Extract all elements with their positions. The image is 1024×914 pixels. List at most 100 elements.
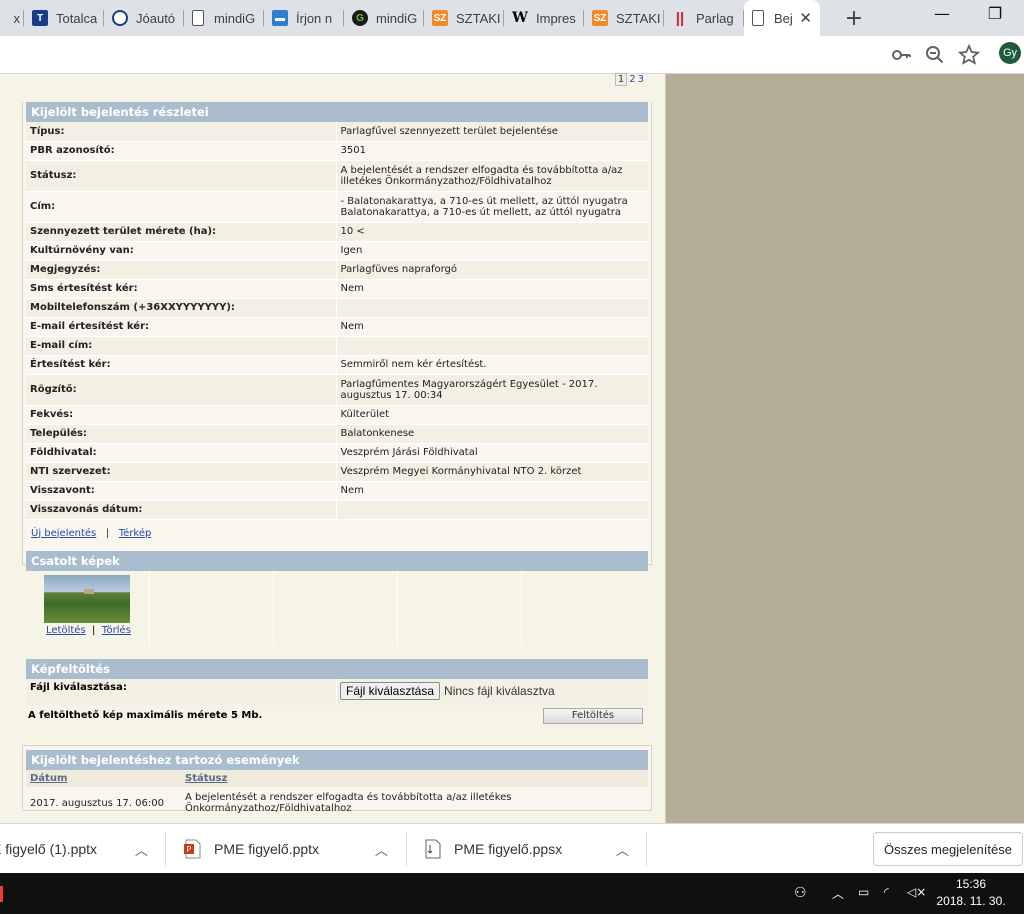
tab-mindig[interactable]: GmindiG [344,0,424,36]
download-image-link[interactable]: Letöltés [46,625,86,636]
download-filename: PME figyelő.pptx [214,841,320,857]
tab-wikipedia[interactable]: W Impres [504,0,584,36]
tab-active-bejelentes[interactable]: Bej ✕ [744,0,820,36]
event-status: A bejelentését a rendszer elfogadta és t… [185,792,512,814]
detail-key: NTI szervezet: [26,462,337,482]
sztaki-icon: SZ [592,10,608,26]
details-table: Típus: Parlagfűvel szennyezett terület be… [26,122,648,520]
page-link-2[interactable]: 2 [629,74,635,85]
divider [406,832,407,866]
col-date-header[interactable]: Dátum [26,770,181,787]
clock-time: 15:36 [955,877,987,891]
page-current: 1 [614,73,628,86]
tab-totalcar[interactable]: T Totalca [24,0,104,36]
new-tab-icon[interactable]: + [842,6,866,31]
battery-icon[interactable]: ▭ [858,885,869,899]
image-links: Letöltés | Törlés [46,624,131,636]
no-file-text: Nincs fájl kiválasztva [444,683,555,698]
detail-row: Értesítést kér: Semmiről nem kér értesíté… [26,355,648,375]
tab-sztaki-2[interactable]: SZ SZTAKI [584,0,664,36]
upload-button[interactable]: Feltöltés [543,707,643,724]
system-clock[interactable]: 15:36 2018. 11. 30. [932,876,1010,910]
avatar-initials: Gy [1002,47,1018,59]
divider [646,832,647,866]
detail-value: Veszprém Járási Földhivatal [336,443,648,463]
download-item[interactable]: PME figyelő.ppsx [424,824,562,874]
taskbar-app-edge[interactable] [0,886,3,902]
detail-value: Nem [336,317,648,337]
download-item[interactable]: E figyelő (1).pptx [0,824,97,874]
details-panel: Kijelölt bejelentés részletei Típus: Parl… [22,102,652,724]
tab-label: Bej [774,10,793,26]
sztaki-icon: SZ [432,10,448,26]
detail-value [336,336,648,356]
images-header: Csatolt képek [26,550,648,571]
tab-mindig-doc[interactable]: mindiG [184,0,264,36]
image-cell-empty [522,571,648,645]
image-cell-empty [274,570,398,645]
chevron-up-icon[interactable]: ︿ [375,840,388,859]
field-photo-thumbnail[interactable] [44,574,130,623]
detail-key: PBR azonosító: [26,141,337,161]
event-row: 2017. augusztus 17. 06:00 A bejelentését … [26,787,648,819]
detail-key: Visszavonás dátum: [26,500,337,520]
tab-label: Írjon n [296,10,333,26]
detail-row: Visszavont: Nem [26,481,648,501]
detail-key: Szennyezett terület mérete (ha): [26,222,337,242]
detail-row: PBR azonosító: 3501 [26,141,648,161]
detail-row: Szennyezett terület mérete (ha): 10 < [26,222,648,242]
tab-irjon[interactable]: ▬ Írjon n [264,0,344,36]
detail-row: E-mail értesítést kér: Nem [26,317,648,337]
detail-value: Nem [336,279,648,299]
choose-file-button[interactable]: Fájl kiválasztása [340,681,441,700]
tab-strip: x T Totalca Jóautó mindiG ▬ Írjon n Gmindi… [0,0,1024,36]
chevron-up-icon[interactable]: ︿ [135,840,148,859]
detail-row: Megjegyzés: Parlagfüves napraforgó [26,260,648,280]
powerpoint-file-icon: P [184,839,201,859]
file-picker: Fájl kiválasztása Nincs fájl kiválasztva [336,678,558,705]
show-hidden-icons-icon[interactable]: ︿ [832,885,844,902]
volume-muted-icon[interactable]: ◁× [907,885,926,899]
tab-sztaki-1[interactable]: SZ SZTAKI [424,0,504,36]
divider [165,832,166,866]
tab-joauto[interactable]: Jóautó [104,0,184,36]
bus-icon: ▬ [272,10,288,26]
show-all-downloads-button[interactable]: Összes megjelenítése [873,832,1023,866]
detail-key: Földhivatal: [26,443,337,463]
tab-partial[interactable]: x [0,0,24,36]
browser-toolbar [0,36,1024,74]
zoom-out-icon[interactable] [924,44,946,66]
images-grid: Letöltés | Törlés [26,570,648,645]
detail-row: Státusz: A bejelentését a rendszer elfoga… [26,160,648,192]
map-link[interactable]: Térkép [119,528,152,539]
people-icon[interactable]: ⚇ [794,885,807,901]
chevron-up-icon[interactable]: ︿ [616,840,629,859]
download-item[interactable]: P PME figyelő.pptx [184,824,319,874]
details-links: Új bejelentés | Térkép [23,520,651,547]
detail-value: Igen [336,241,648,261]
delete-image-link[interactable]: Törlés [102,625,131,636]
close-tab-icon[interactable]: ✕ [799,9,812,27]
downloads-bar: E figyelő (1).pptx ︿ P PME figyelő.pptx … [0,823,1024,873]
page-link-3[interactable]: 3 [638,74,644,85]
col-status-header[interactable]: Státusz [181,770,648,787]
detail-value [336,298,648,318]
wifi-icon[interactable]: ◜ [884,885,889,899]
minimize-icon[interactable]: — [930,4,954,23]
bookmark-star-icon[interactable] [958,44,980,66]
detail-value: A bejelentését a rendszer elfogadta és t… [336,160,648,192]
restore-icon[interactable]: ❐ [983,4,1007,23]
events-header: Kijelölt bejelentéshez tartozó események [26,750,648,770]
link-separator: | [105,527,110,539]
new-report-link[interactable]: Új bejelentés [31,528,96,539]
svg-text:P: P [187,845,192,854]
detail-key: E-mail értesítést kér: [26,317,337,337]
profile-avatar[interactable]: Gy [999,42,1021,64]
detail-value: Parlagfűmentes Magyarországért Egyesület… [336,374,648,406]
detail-row: E-mail cím: [26,336,648,356]
tab-parlag[interactable]: || Parlag [664,0,744,36]
key-icon[interactable] [890,44,912,66]
wikipedia-icon: W [512,10,528,26]
tab-label: SZTAKI [456,10,501,26]
detail-value: Parlagfüves napraforgó [336,260,648,280]
